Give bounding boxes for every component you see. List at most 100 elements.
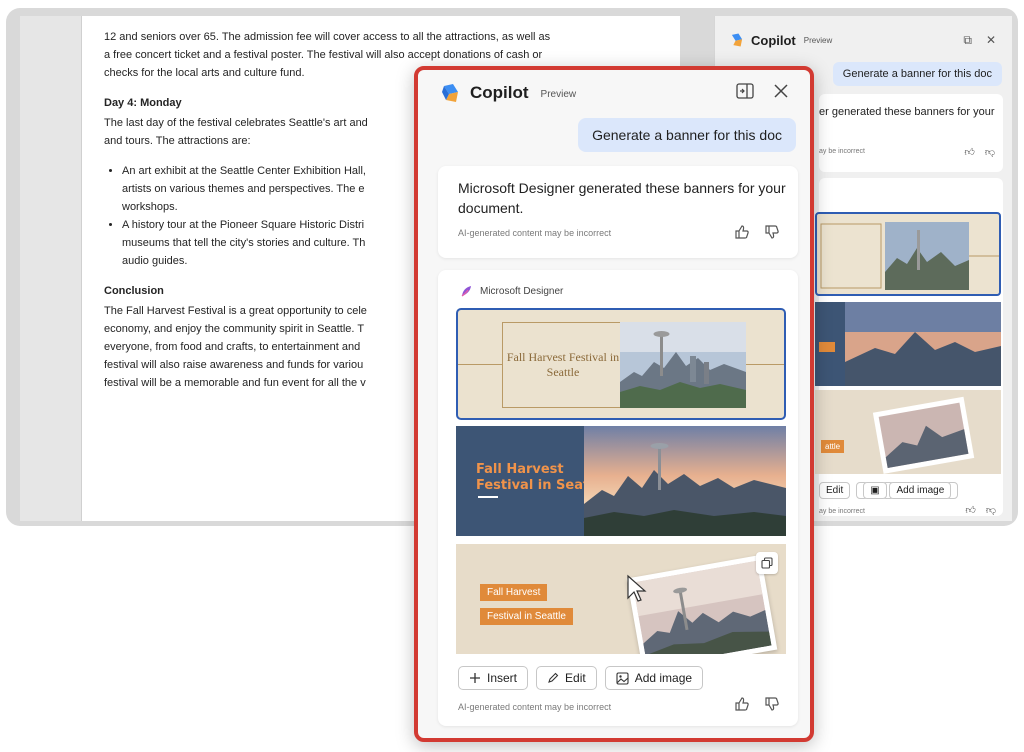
copy-icon-glyph [761, 557, 773, 569]
pencil-icon [548, 672, 559, 683]
banner-option-1[interactable]: Fall Harvest Festival in Seattle [456, 308, 786, 420]
screen: 12 and seniors over 65. The admission fe… [0, 0, 1024, 752]
bg-prompt-bubble: Generate a banner for this doc [832, 62, 1002, 86]
designer-logo-icon [461, 286, 471, 297]
designer-action-row: Insert Edit Add image [458, 666, 704, 690]
open-in-pane-icon[interactable] [736, 82, 754, 100]
add-image-button[interactable]: Add image [604, 666, 704, 690]
bg-copilot-controls: ⧉ ✕ [963, 33, 996, 48]
document-line: and tours. The attractions are: [104, 135, 251, 147]
banner-3-photo [632, 560, 772, 654]
ai-disclaimer: AI-generated content may be incorrect [458, 228, 612, 238]
banner-1-title: Fall Harvest Festival in Seattle [506, 350, 620, 379]
add-image-label: Add image [634, 671, 693, 685]
bg-designer-note: ay be incorrect [819, 508, 865, 515]
copilot-title: Copilot [470, 83, 529, 102]
response-feedback [734, 224, 780, 240]
bg-add-image-label: Add image [889, 482, 952, 499]
banner-1-photo [620, 322, 746, 408]
thumbs-up-icon[interactable]: 👍︎ [964, 146, 974, 158]
banner-3-tag-2: Festival in Seattle [480, 608, 573, 625]
thumbs-up-glyph [735, 225, 749, 239]
document-line: The Fall Harvest Festival is a great opp… [104, 305, 367, 317]
list-item-line: A history tour at the Pioneer Square His… [122, 219, 365, 231]
user-prompt-bubble: Generate a banner for this doc [578, 118, 796, 152]
document-line: 12 and seniors over 65. The admission fe… [104, 31, 551, 43]
image-icon: ▣ [863, 482, 887, 499]
thumbs-down-icon[interactable] [764, 224, 780, 240]
bg-response-card: er generated these banners for your ay b… [819, 94, 1003, 172]
banner-2-title-line: Fall Harvest [476, 462, 564, 477]
thumbs-up-icon[interactable] [734, 696, 750, 712]
bg-designer-feedback: 👍︎ 👎︎ [965, 504, 996, 516]
response-text: Microsoft Designer generated these banne… [458, 180, 786, 216]
thumbs-up-icon[interactable] [734, 224, 750, 240]
designer-disclaimer: AI-generated content may be incorrect [458, 702, 612, 712]
banner-2-photo [584, 426, 786, 536]
designer-label-text: Microsoft Designer [480, 285, 564, 297]
list-item-line: An art exhibit at the Seattle Center Exh… [122, 165, 366, 177]
thumbs-up-glyph [735, 697, 749, 711]
bg-edit-button[interactable]: Edit [819, 482, 851, 499]
bg-feedback: 👍︎ 👎︎ [964, 146, 995, 158]
bg-banner-2[interactable] [815, 302, 1001, 386]
bg-add-image-button[interactable]: ▣ Add image [856, 482, 959, 499]
banner-1-rule-right [746, 364, 784, 365]
designer-results-card: Microsoft Designer Fall Harvest Festival… [438, 270, 798, 726]
close-icon[interactable] [772, 82, 790, 100]
banner-1-rule-left [458, 364, 502, 365]
list-item-line: workshops. [122, 201, 178, 213]
copilot-logo-icon [731, 33, 743, 47]
copilot-panel: Copilot Preview Generate a banner for th… [414, 66, 814, 742]
bg-banner-1-art [820, 222, 999, 290]
thumbs-down-glyph [765, 225, 779, 239]
document-line: festival will be a memorable and fun eve… [104, 377, 366, 389]
document-line: The last day of the festival celebrates … [104, 117, 368, 129]
banner-3-photo-frame [626, 554, 778, 654]
banner-3-tag-1: Fall Harvest [480, 584, 548, 601]
list-item-line: audio guides. [122, 255, 188, 267]
document-line: everyone, from food and crafts, to enter… [104, 341, 361, 353]
edit-label: Edit [565, 671, 586, 685]
document-line: economy, and enjoy the community spirit … [104, 323, 365, 335]
bg-copilot-header: Copilot Preview [729, 32, 832, 48]
copilot-header: Copilot Preview [440, 82, 576, 104]
banner-option-2[interactable]: Fall Harvest Festival in Seattle [456, 426, 786, 536]
open-in-pane-icon[interactable]: ⧉ [963, 33, 972, 48]
document-line: festival will also raise awareness and f… [104, 359, 364, 371]
thumbs-down-glyph [765, 697, 779, 711]
thumbs-up-icon[interactable]: 👍︎ [965, 504, 975, 516]
insert-button[interactable]: Insert [458, 666, 529, 690]
document-line: checks for the local arts and culture fu… [104, 67, 305, 79]
copilot-preview-badge: Preview [540, 89, 577, 100]
bg-response-text: er generated these banners for your [819, 106, 995, 118]
thumbs-down-icon[interactable]: 👎︎ [986, 504, 996, 516]
close-icon-glyph [774, 84, 788, 98]
bg-banner-1[interactable] [815, 212, 1001, 296]
image-icon [616, 671, 629, 685]
bg-banner-3-tag: attle [821, 440, 845, 453]
bg-action-row: Edit ▣ Add image [819, 482, 959, 499]
thumbs-down-icon[interactable] [764, 696, 780, 712]
bg-banner-3[interactable]: attle [815, 390, 1001, 474]
designer-feedback [734, 696, 780, 712]
thumbs-down-icon[interactable]: 👎︎ [985, 146, 995, 158]
close-icon[interactable]: ✕ [986, 33, 996, 48]
banner-option-3[interactable]: Fall Harvest Festival in Seattle [456, 544, 786, 654]
bg-response-note: ay be incorrect [819, 148, 865, 155]
bg-banner-2-art [815, 302, 1001, 386]
bg-banner-3-art [872, 396, 975, 474]
open-in-pane-icon-glyph [736, 83, 754, 99]
designer-label: Microsoft Designer [460, 284, 563, 298]
copy-icon[interactable] [756, 552, 778, 574]
copilot-window-controls [736, 82, 790, 100]
cursor-icon [627, 574, 647, 602]
document-line: a free concert ticket and a festival pos… [104, 49, 543, 61]
edit-button[interactable]: Edit [536, 666, 597, 690]
list-item-line: artists on various themes and perspectiv… [122, 183, 365, 195]
insert-label: Insert [487, 671, 518, 685]
list-item-line: museums that tell the city's stories and… [122, 237, 366, 249]
bg-copilot-subtitle: Preview [803, 35, 833, 45]
plus-icon [470, 673, 480, 683]
response-card: Microsoft Designer generated these banne… [438, 166, 798, 258]
